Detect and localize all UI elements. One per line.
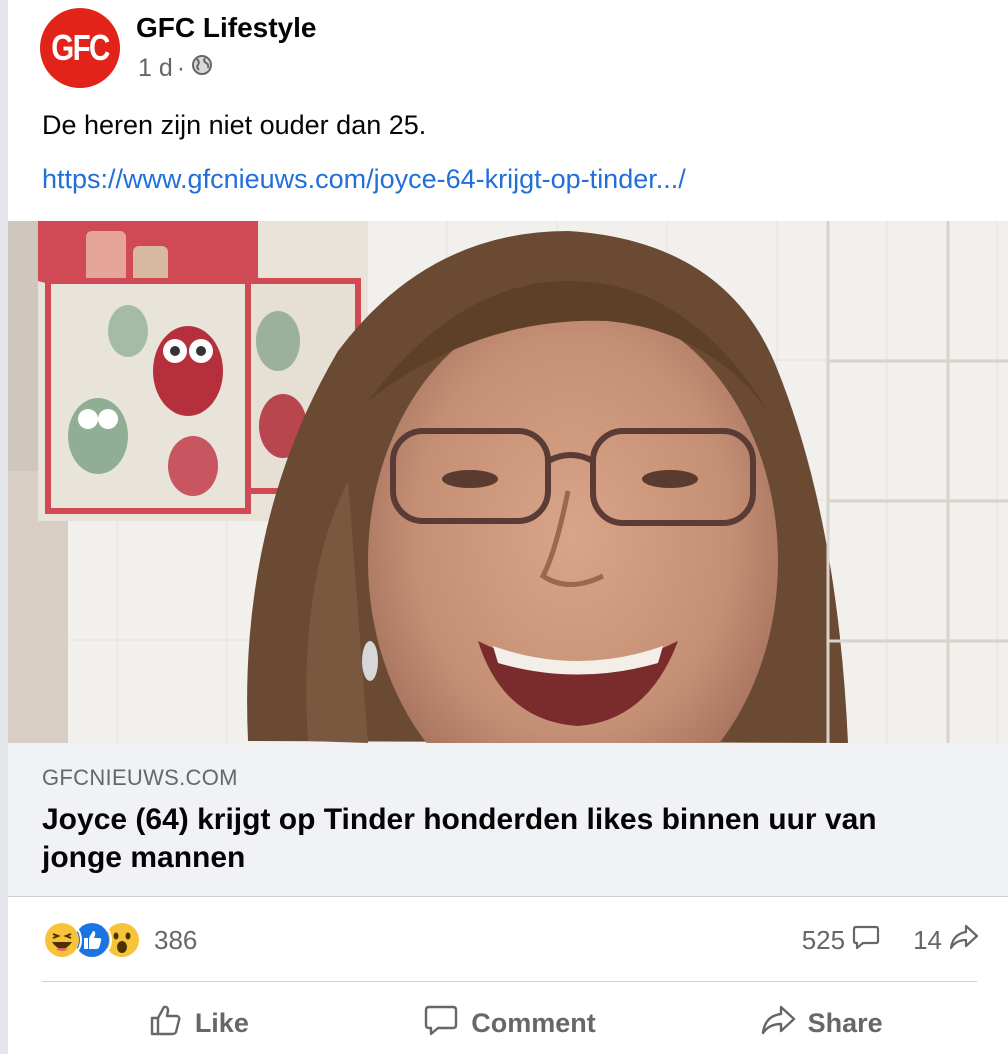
- comments-count[interactable]: 525: [802, 925, 845, 956]
- preview-title[interactable]: Joyce (64) krijgt op Tinder honderden li…: [42, 801, 962, 877]
- comment-label: Comment: [471, 1007, 596, 1038]
- like-button[interactable]: Like: [42, 992, 354, 1054]
- thumbs-up-icon: [147, 1002, 183, 1045]
- page-name[interactable]: GFC Lifestyle: [136, 12, 316, 44]
- post-card: GFC GFC Lifestyle 1 d · De heren zijn ni…: [8, 0, 1008, 1054]
- like-label: Like: [194, 1007, 249, 1038]
- share-arrow-icon[interactable]: [948, 922, 980, 959]
- globe-icon[interactable]: [189, 54, 213, 83]
- preview-domain: GFCNIEUWS.COM: [42, 765, 238, 790]
- link-preview[interactable]: GFCNIEUWS.COM Joyce (64) krijgt op Tinde…: [8, 743, 1008, 897]
- article-image[interactable]: [8, 221, 1008, 743]
- share-label: Share: [807, 1007, 883, 1038]
- haha-icon: [42, 920, 82, 960]
- post-link[interactable]: https://www.gfcnieuws.com/joyce-64-krijg…: [42, 164, 686, 195]
- meta-separator: ·: [176, 54, 186, 82]
- share-icon: [760, 1002, 796, 1045]
- avatar-logo-text: GFC: [51, 27, 110, 68]
- reactions-summary[interactable]: 386: [42, 920, 197, 960]
- share-button[interactable]: Share: [665, 992, 977, 1054]
- comment-icon: [423, 1002, 459, 1045]
- shares-count[interactable]: 14: [913, 925, 942, 956]
- post-time[interactable]: 1 d: [138, 54, 173, 83]
- comment-button[interactable]: Comment: [354, 992, 666, 1054]
- action-bar: Like Comment Share: [42, 992, 977, 1054]
- comment-bubble-icon[interactable]: [851, 922, 881, 959]
- post-meta: 1 d ·: [138, 54, 213, 83]
- engagement-stats: 525 14: [802, 920, 980, 960]
- reactions-count: 386: [154, 924, 198, 955]
- actions-divider: [42, 981, 977, 982]
- feed-background: [0, 0, 8, 1054]
- avatar[interactable]: GFC: [40, 8, 120, 88]
- post-text: De heren zijn niet ouder dan 25.: [42, 110, 427, 140]
